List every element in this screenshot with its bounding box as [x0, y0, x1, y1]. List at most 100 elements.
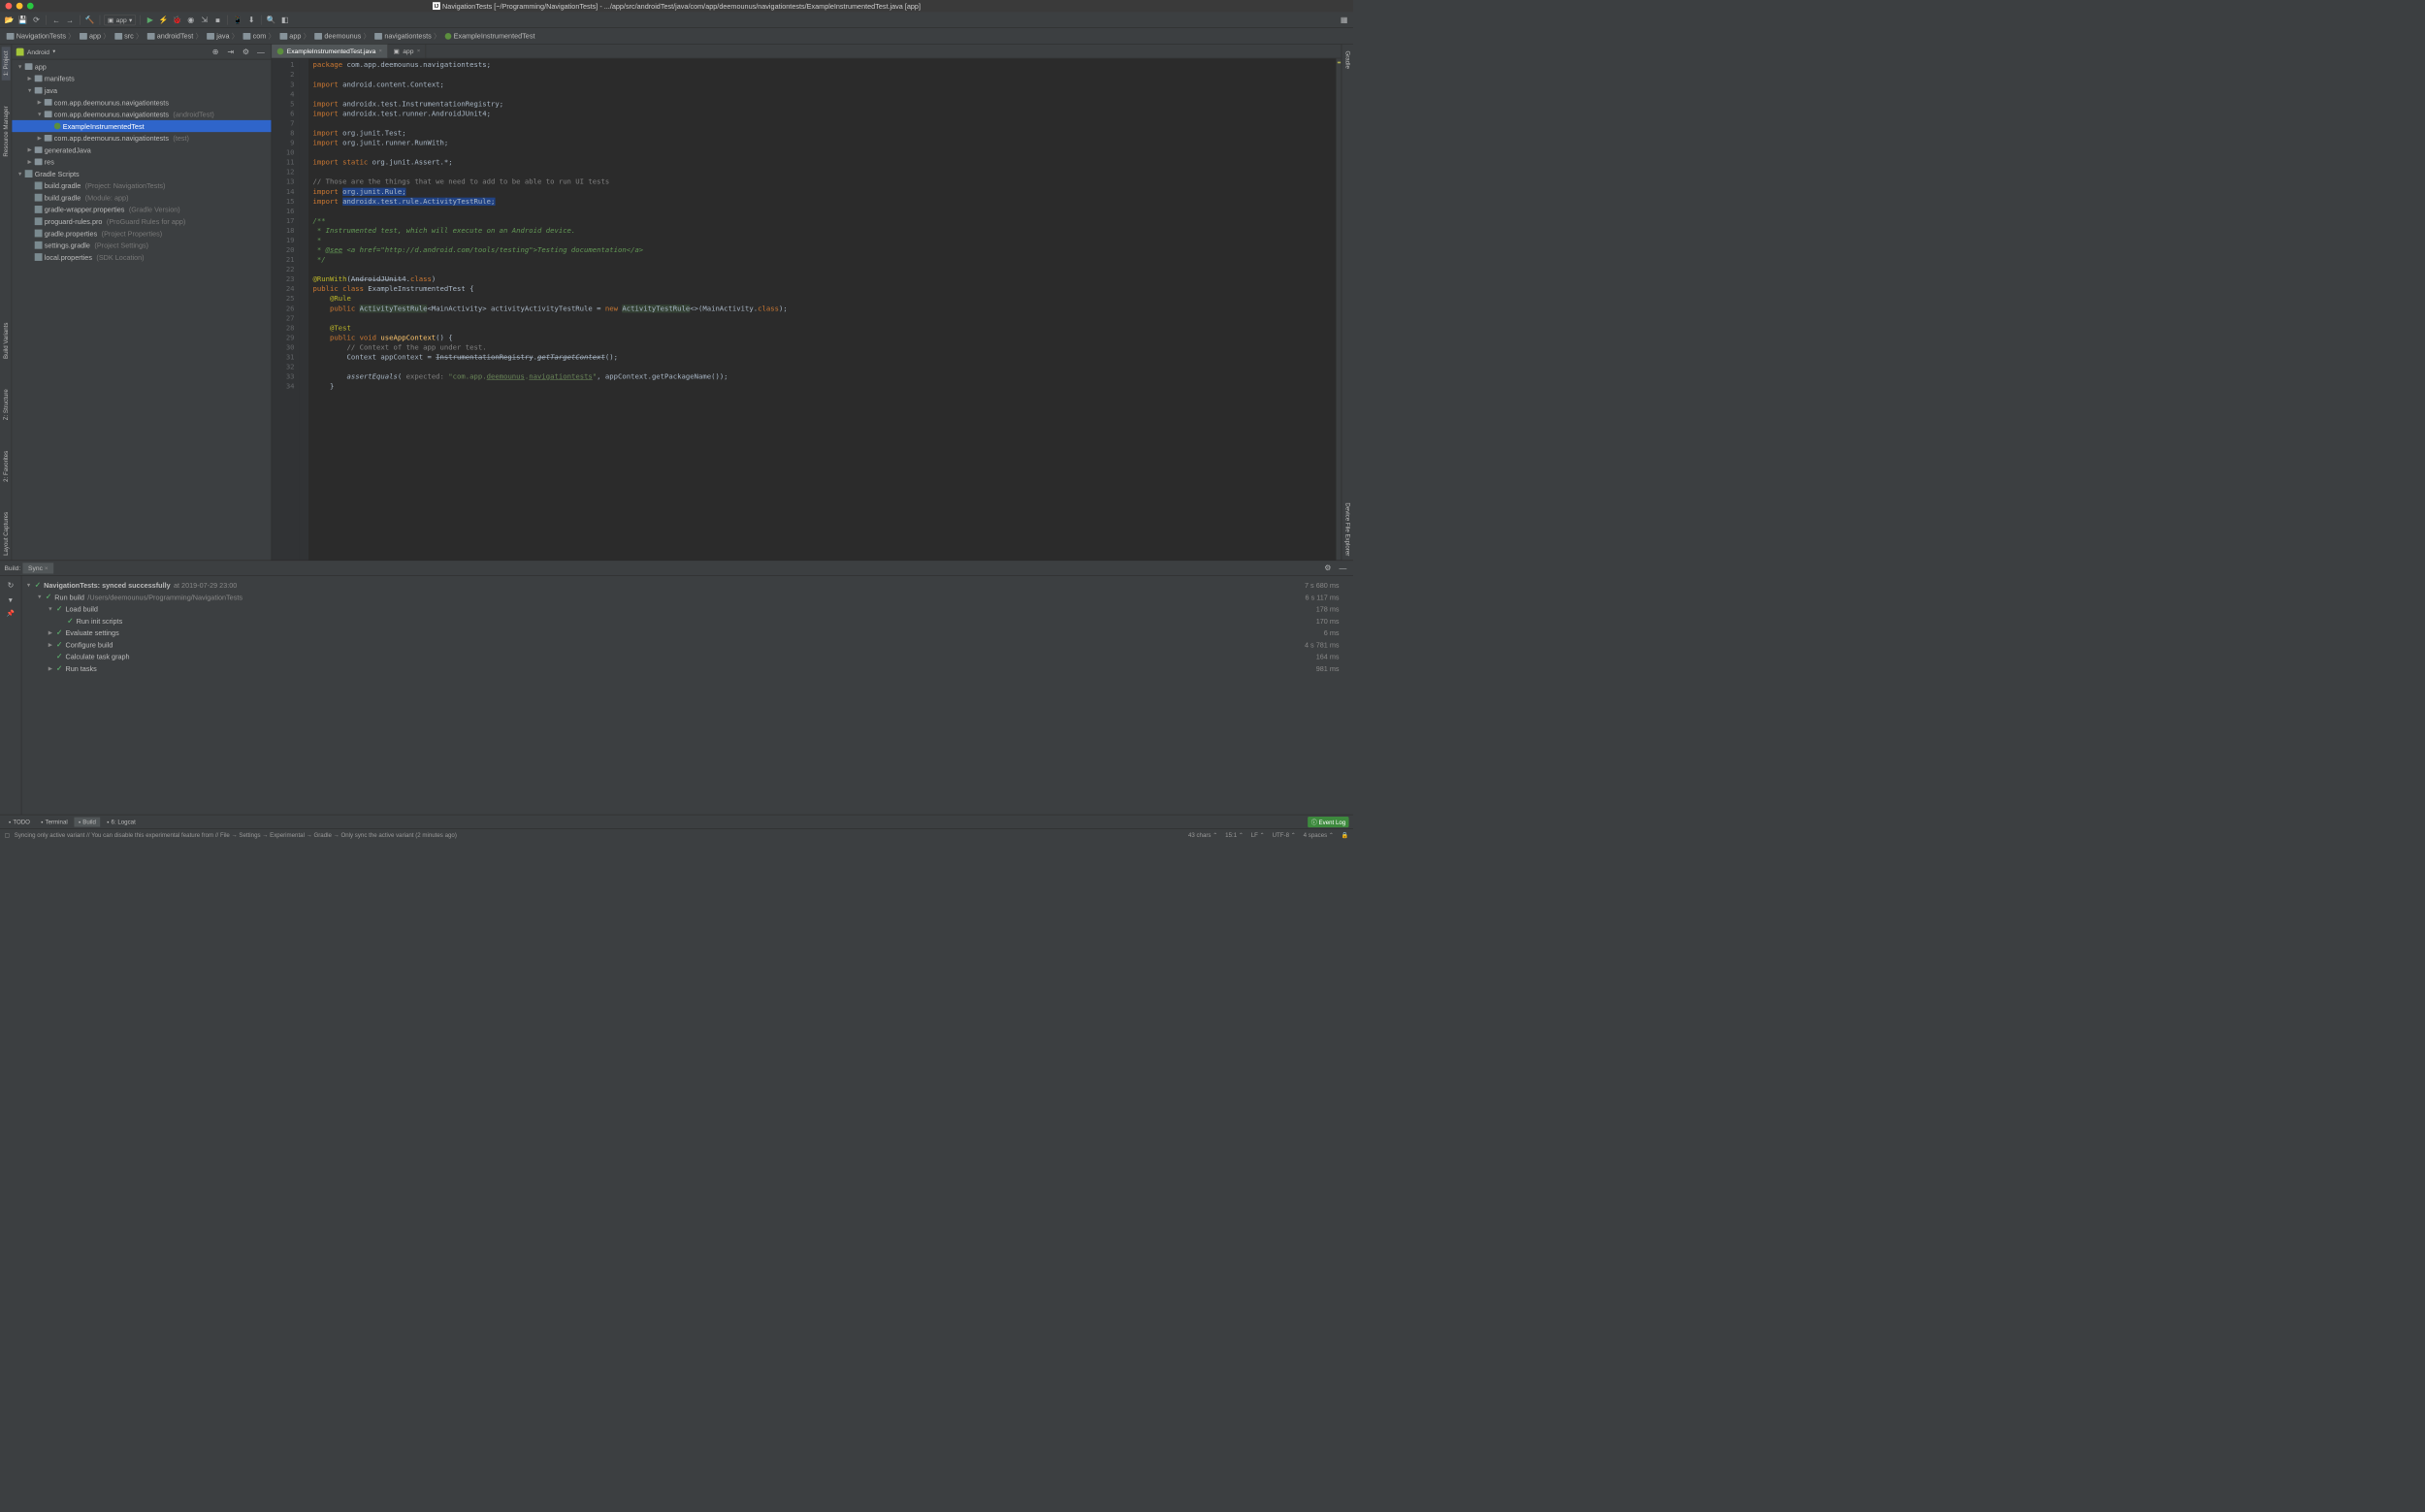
status-widget[interactable]: UTF-8 ⌃ — [1273, 832, 1296, 839]
close-window-button[interactable] — [6, 3, 13, 10]
toggle-icon[interactable]: ◧ — [279, 14, 291, 25]
build-tree-item[interactable]: ✓Run init scripts170 ms — [26, 615, 1349, 627]
expand-arrow-icon[interactable]: ▶ — [27, 76, 33, 81]
gradle-tool-tab[interactable]: Gradle — [1343, 47, 1352, 73]
device-file-explorer-tab[interactable]: Device File Explorer — [1343, 499, 1352, 561]
resource-manager-tool-tab[interactable]: Resource Manager — [1, 102, 10, 161]
lock-icon[interactable]: 🔒 — [1342, 832, 1349, 839]
expand-arrow-icon[interactable]: ▼ — [17, 171, 23, 177]
tree-item[interactable]: ▶generatedJava — [12, 144, 271, 155]
tree-item[interactable]: local.properties(SDK Location) — [12, 251, 271, 263]
profile-icon[interactable]: ◉ — [185, 14, 197, 25]
tree-item[interactable]: proguard-rules.pro(ProGuard Rules for ap… — [12, 215, 271, 227]
expand-arrow-icon[interactable]: ▼ — [48, 606, 53, 612]
forward-icon[interactable]: → — [64, 14, 76, 25]
status-widget[interactable]: 4 spaces ⌃ — [1304, 832, 1334, 839]
code-area[interactable]: package com.app.deemounus.navigationtest… — [308, 58, 1336, 560]
favorites-tab[interactable]: 2: Favorites — [1, 446, 10, 486]
project-tool-tab[interactable]: 1: Project — [1, 47, 10, 80]
status-widget[interactable]: 15:1 ⌃ — [1225, 832, 1244, 839]
breadcrumb-item[interactable]: src〉 — [113, 31, 146, 42]
editor-tab[interactable]: ExampleInstrumentedTest.java× — [272, 45, 388, 58]
tree-item[interactable]: ▼java — [12, 84, 271, 96]
close-tab-icon[interactable]: × — [379, 48, 382, 54]
close-tab-icon[interactable]: × — [417, 48, 420, 54]
expand-arrow-icon[interactable]: ▶ — [48, 642, 53, 648]
breadcrumb-item[interactable]: java〉 — [205, 31, 241, 42]
zoom-window-button[interactable] — [27, 3, 34, 10]
expand-arrow-icon[interactable]: ▶ — [48, 665, 53, 671]
expand-arrow-icon[interactable]: ▶ — [27, 146, 33, 152]
sync-tab[interactable]: Sync × — [22, 563, 53, 573]
expand-arrow-icon[interactable]: ▶ — [37, 135, 43, 141]
tool-window-tab[interactable]: ▪6: Logcat — [103, 817, 141, 826]
tree-item[interactable]: ▼Gradle Scripts — [12, 168, 271, 179]
breadcrumb-item[interactable]: com〉 — [241, 31, 277, 42]
tree-item[interactable]: ▼app — [12, 60, 271, 72]
restart-icon[interactable]: ↻ — [5, 579, 16, 591]
build-tree-item[interactable]: ▶✓Run tasks981 ms — [26, 662, 1349, 674]
build-variants-tab[interactable]: Build Variants — [1, 318, 10, 363]
gear-icon[interactable]: ⚙ — [1322, 562, 1334, 573]
tree-item[interactable]: gradle-wrapper.properties(Gradle Version… — [12, 204, 271, 215]
build-tree-item[interactable]: ▶✓Evaluate settings6 ms — [26, 627, 1349, 638]
breadcrumb-item[interactable]: NavigationTests〉 — [4, 31, 77, 42]
project-tree[interactable]: ▼app▶manifests▼java▶com.app.deemounus.na… — [12, 59, 271, 560]
tree-item[interactable]: ▼com.app.deemounus.navigationtests(andro… — [12, 109, 271, 120]
stop-icon[interactable]: ■ — [211, 14, 223, 25]
tree-item[interactable]: gradle.properties(Project Properties) — [12, 227, 271, 239]
hide-icon[interactable]: — — [1337, 562, 1348, 573]
event-log-button[interactable]: ⓘ Event Log — [1308, 817, 1348, 827]
tree-item[interactable]: ▶com.app.deemounus.navigationtests(test) — [12, 132, 271, 144]
tree-item[interactable]: ExampleInstrumentedTest — [12, 120, 271, 132]
tree-item[interactable]: ▶com.app.deemounus.navigationtests — [12, 96, 271, 108]
breadcrumb-item[interactable]: app〉 — [78, 31, 113, 42]
overflow-icon[interactable]: ▦ — [1338, 14, 1349, 25]
tool-window-tab[interactable]: ▪Build — [74, 817, 100, 826]
hide-icon[interactable]: — — [255, 46, 267, 57]
editor-tab[interactable]: ▣app× — [388, 45, 426, 58]
build-icon[interactable]: 🔨 — [83, 14, 95, 25]
minimize-window-button[interactable] — [16, 3, 23, 10]
tree-item[interactable]: settings.gradle(Project Settings) — [12, 240, 271, 251]
breadcrumb-item[interactable]: app〉 — [277, 31, 312, 42]
window-icon[interactable]: ▢ — [4, 832, 10, 839]
run-icon[interactable]: ▶ — [145, 14, 156, 25]
open-icon[interactable]: 📂 — [3, 14, 15, 25]
build-tree-item[interactable]: ▼✓Run build /Users/deemounus/Programming… — [26, 591, 1349, 602]
expand-tree-icon[interactable]: ▼ — [8, 596, 15, 604]
expand-arrow-icon[interactable]: ▼ — [17, 64, 23, 70]
tree-item[interactable]: build.gradle(Module: app) — [12, 192, 271, 204]
expand-arrow-icon[interactable]: ▼ — [26, 582, 32, 588]
breadcrumb-item[interactable]: ExampleInstrumentedTest — [442, 32, 536, 40]
expand-arrow-icon[interactable]: ▶ — [48, 629, 53, 635]
tree-item[interactable]: ▶res — [12, 156, 271, 168]
status-widget[interactable]: 43 chars ⌃ — [1188, 832, 1217, 839]
project-view-selector[interactable]: Android — [27, 48, 49, 55]
expand-arrow-icon[interactable]: ▶ — [27, 159, 33, 165]
structure-tab[interactable]: Z: Structure — [1, 385, 10, 425]
build-tree-item[interactable]: ✓Calculate task graph164 ms — [26, 651, 1349, 662]
debug-icon[interactable]: 🐞 — [172, 14, 183, 25]
search-icon[interactable]: 🔍 — [266, 14, 277, 25]
run-config-selector[interactable]: ▣ app ▾ — [104, 15, 136, 25]
line-number-gutter[interactable]: 1234567891011121314151617181920212223242… — [272, 58, 299, 560]
expand-arrow-icon[interactable]: ▶ — [37, 99, 43, 105]
build-tree-item[interactable]: ▼✓Load build178 ms — [26, 603, 1349, 615]
save-icon[interactable]: 💾 — [16, 14, 28, 25]
tool-window-tab[interactable]: ▪TODO — [4, 817, 34, 826]
apply-changes-icon[interactable]: ⚡ — [158, 14, 170, 25]
layout-captures-tab[interactable]: Layout Captures — [1, 508, 10, 561]
sdk-manager-icon[interactable]: ⬇ — [245, 14, 257, 25]
pin-icon[interactable]: 📌 — [7, 609, 15, 617]
tree-item[interactable]: build.gradle(Project: NavigationTests) — [12, 179, 271, 191]
attach-debugger-icon[interactable]: ⇲ — [198, 14, 210, 25]
sync-icon[interactable]: ⟳ — [30, 14, 42, 25]
tree-item[interactable]: ▶manifests — [12, 73, 271, 84]
expand-arrow-icon[interactable]: ▼ — [37, 594, 43, 599]
build-tree-item[interactable]: ▶✓Configure build4 s 781 ms — [26, 638, 1349, 650]
expand-arrow-icon[interactable]: ▼ — [27, 87, 33, 93]
gear-icon[interactable]: ⚙ — [240, 46, 251, 57]
locate-icon[interactable]: ⊕ — [210, 46, 221, 57]
breadcrumb-item[interactable]: deemounus〉 — [312, 31, 372, 42]
